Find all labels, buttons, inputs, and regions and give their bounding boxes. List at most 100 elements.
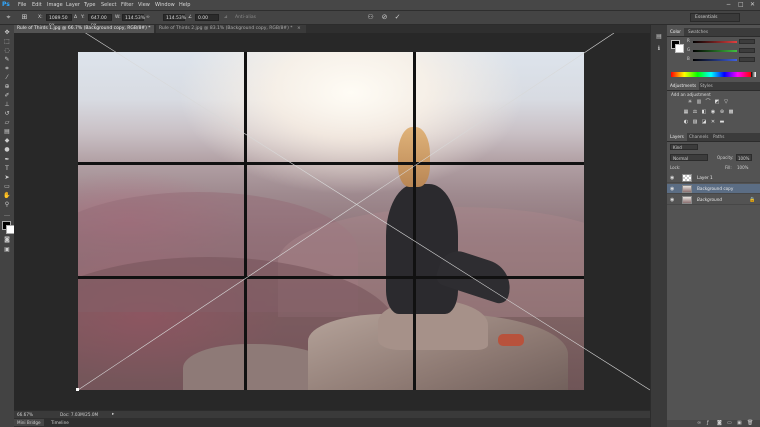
brightness-adjustment-icon[interactable]: ☀: [687, 99, 693, 105]
vibrance-adjustment-icon[interactable]: ▽: [723, 99, 729, 105]
visibility-eye-icon[interactable]: ◉: [670, 175, 676, 181]
eraser-tool-icon[interactable]: ▱: [3, 119, 11, 126]
color-spectrum-ramp[interactable]: [671, 72, 751, 77]
hue-saturation-adjustment-icon[interactable]: ▦: [683, 109, 689, 115]
clone-stamp-tool-icon[interactable]: ⊥: [3, 101, 11, 108]
photo-filter-adjustment-icon[interactable]: ◉: [710, 109, 716, 115]
menu-image[interactable]: Image: [47, 0, 63, 10]
properties-panel-icon[interactable]: ℹ: [655, 45, 663, 53]
green-value-field[interactable]: [739, 48, 755, 53]
fill-value[interactable]: 100%: [737, 165, 748, 170]
red-value-field[interactable]: [739, 39, 755, 44]
invert-adjustment-icon[interactable]: ◐: [683, 119, 689, 125]
close-window-button[interactable]: ✕: [750, 1, 755, 9]
color-background-swatch[interactable]: [675, 44, 684, 53]
color-lookup-adjustment-icon[interactable]: ▩: [728, 109, 734, 115]
blend-mode-select[interactable]: Normal: [670, 154, 708, 161]
screen-mode-icon[interactable]: ▣: [3, 246, 11, 253]
interpolation-icon[interactable]: ⊿: [224, 14, 228, 21]
menu-view[interactable]: View: [138, 0, 150, 10]
minimize-button[interactable]: −: [726, 1, 731, 9]
layer-row-layer-1[interactable]: ◉ Layer 1: [667, 173, 760, 183]
quick-mask-icon[interactable]: ◙: [3, 236, 11, 243]
tab-styles[interactable]: Styles: [697, 82, 716, 90]
selective-color-adjustment-icon[interactable]: ✕: [710, 119, 716, 125]
height-field[interactable]: 114.53%: [163, 14, 186, 21]
eyedropper-tool-icon[interactable]: ⁄: [3, 74, 11, 81]
levels-adjustment-icon[interactable]: ▥: [696, 99, 702, 105]
tab-color[interactable]: Color: [667, 28, 684, 36]
tab-channels[interactable]: Channels: [686, 133, 711, 141]
tab-adjustments[interactable]: Adjustments: [667, 82, 700, 90]
crop-tool-icon[interactable]: ⌗: [3, 65, 11, 72]
tab-paths[interactable]: Paths: [710, 133, 727, 141]
menu-select[interactable]: Select: [101, 0, 116, 10]
canvas-area[interactable]: [14, 33, 650, 410]
x-position-field[interactable]: 1089.50 px: [46, 14, 72, 28]
blur-tool-icon[interactable]: ◆: [3, 137, 11, 144]
delta-icon[interactable]: Δ: [74, 14, 77, 21]
history-panel-icon[interactable]: ▤: [655, 33, 663, 41]
exposure-adjustment-icon[interactable]: ◩: [714, 99, 720, 105]
visibility-eye-icon[interactable]: ◉: [670, 186, 676, 192]
reference-point-icon[interactable]: ⊞: [20, 13, 29, 22]
new-layer-icon[interactable]: ▣: [737, 420, 742, 427]
gradient-tool-icon[interactable]: ▤: [3, 128, 11, 135]
more-tools-icon[interactable]: …: [3, 211, 11, 218]
hand-tool-icon[interactable]: ✋: [3, 192, 11, 199]
workspace-select[interactable]: Essentials: [690, 13, 740, 22]
gradient-map-adjustment-icon[interactable]: ▬: [719, 119, 725, 125]
color-balance-adjustment-icon[interactable]: ⚖: [692, 109, 698, 115]
green-slider[interactable]: [693, 50, 737, 52]
blue-slider[interactable]: [693, 59, 737, 61]
transform-handle[interactable]: [76, 388, 79, 391]
transform-bounding-box[interactable]: [14, 33, 650, 410]
history-brush-tool-icon[interactable]: ↺: [3, 110, 11, 117]
transform-tool-icon[interactable]: ⌖: [4, 13, 13, 22]
blue-value-field[interactable]: [739, 57, 755, 62]
pen-tool-icon[interactable]: ✒: [3, 156, 11, 163]
menu-window[interactable]: Window: [155, 0, 175, 10]
link-icon[interactable]: ∞: [146, 14, 150, 21]
tab-timeline[interactable]: Timeline: [48, 419, 72, 426]
add-mask-icon[interactable]: ◙: [717, 420, 722, 427]
threshold-adjustment-icon[interactable]: ◪: [701, 119, 707, 125]
cancel-transform-icon[interactable]: ⊘: [380, 13, 389, 22]
path-selection-tool-icon[interactable]: ➤: [3, 174, 11, 181]
y-position-field[interactable]: 647.00 px: [88, 14, 112, 28]
opacity-field[interactable]: 100%: [736, 154, 752, 161]
healing-brush-tool-icon[interactable]: ⊕: [3, 83, 11, 90]
delete-layer-icon[interactable]: 🗑: [747, 420, 753, 427]
antialias-checkbox[interactable]: Anti-alias: [235, 14, 256, 21]
menu-type[interactable]: Type: [84, 0, 95, 10]
menu-layer[interactable]: Layer: [66, 0, 80, 10]
curves-adjustment-icon[interactable]: ⌒: [705, 99, 711, 105]
tab-document-1[interactable]: Rule of Thirds 1.jpg @ 66.7% (Background…: [14, 25, 154, 39]
tab-layers[interactable]: Layers: [667, 133, 687, 141]
maximize-button[interactable]: □: [738, 1, 744, 9]
type-tool-icon[interactable]: T: [3, 165, 11, 172]
new-group-icon[interactable]: ▭: [727, 420, 732, 427]
tab-mini-bridge[interactable]: Mini Bridge: [14, 419, 44, 426]
layer-kind-filter[interactable]: Kind: [670, 144, 698, 150]
tab-close-icon[interactable]: ×: [297, 26, 301, 31]
dodge-tool-icon[interactable]: ●: [3, 146, 11, 153]
channel-mixer-adjustment-icon[interactable]: ⊛: [719, 109, 725, 115]
brush-tool-icon[interactable]: ✐: [3, 92, 11, 99]
link-layers-icon[interactable]: ∞: [697, 420, 701, 427]
width-field[interactable]: 114.53%: [122, 14, 145, 21]
marquee-tool-icon[interactable]: ⬚: [3, 38, 11, 45]
red-slider[interactable]: [693, 41, 737, 43]
posterize-adjustment-icon[interactable]: ▨: [692, 119, 698, 125]
black-white-adjustment-icon[interactable]: ◧: [701, 109, 707, 115]
tab-swatches[interactable]: Swatches: [685, 28, 711, 36]
grayscale-ramp[interactable]: [751, 72, 756, 77]
zoom-tool-icon[interactable]: ⚲: [3, 201, 11, 208]
angle-field[interactable]: 0.00: [195, 14, 219, 21]
menu-help[interactable]: Help: [179, 0, 190, 10]
layer-row-background-copy[interactable]: ◉ Background copy: [667, 184, 760, 194]
menu-edit[interactable]: Edit: [32, 0, 42, 10]
add-style-icon[interactable]: ƒ: [707, 420, 709, 427]
quick-select-tool-icon[interactable]: ✎: [3, 56, 11, 63]
visibility-eye-icon[interactable]: ◉: [670, 197, 676, 203]
